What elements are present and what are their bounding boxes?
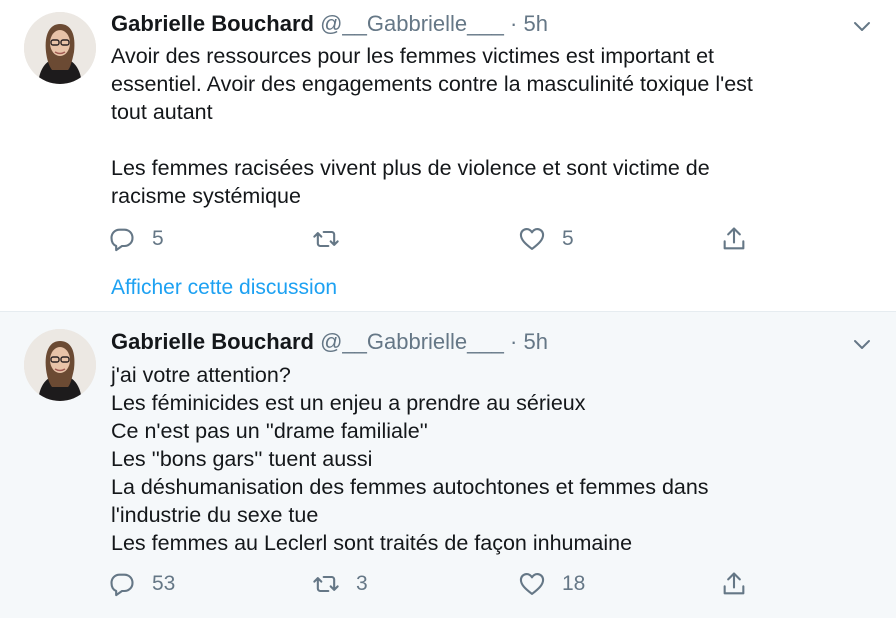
reply-count: 53: [152, 572, 176, 595]
text-line: Avoir des ressources pour les femmes vic…: [111, 44, 715, 68]
author-handle[interactable]: @__Gabbrielle___: [320, 11, 504, 36]
avatar-photo: [24, 329, 96, 401]
retweet-button[interactable]: 3: [312, 569, 368, 599]
tweet[interactable]: Gabrielle Bouchard @__Gabbrielle___ · 5h…: [0, 312, 896, 618]
avatar-photo: [24, 12, 96, 84]
tweet[interactable]: Gabrielle Bouchard @__Gabbrielle___ · 5h…: [0, 0, 896, 312]
avatar[interactable]: [24, 329, 96, 401]
text-line: Les ''bons gars'' tuent aussi: [111, 447, 373, 471]
heart-icon: [519, 573, 545, 595]
retweet-icon: [313, 230, 339, 248]
retweet-icon: [313, 575, 339, 593]
text-line: racisme systémique: [111, 184, 301, 208]
text-line: essentiel. Avoir des engagements contre …: [111, 72, 753, 96]
share-icon: [723, 227, 745, 250]
text-line: Les femmes racisées vivent plus de viole…: [111, 156, 710, 180]
like-button[interactable]: 18: [518, 569, 585, 599]
like-button[interactable]: 5: [518, 224, 574, 254]
text-line: [111, 126, 871, 154]
text-line: Ce n'est pas un ''drame familiale'': [111, 419, 428, 443]
author-name[interactable]: Gabrielle Bouchard: [111, 329, 314, 354]
tweet-actions: 53 3 18: [108, 569, 768, 599]
author-handle[interactable]: @__Gabbrielle___: [320, 329, 504, 354]
like-count: 5: [562, 227, 574, 250]
text-line: j'ai votre attention?: [111, 363, 291, 387]
tweet-actions: 5 5: [108, 224, 768, 254]
reply-icon: [110, 573, 134, 597]
heart-icon: [519, 228, 545, 250]
chevron-down-icon[interactable]: [852, 16, 872, 36]
author-name[interactable]: Gabrielle Bouchard: [111, 11, 314, 36]
show-thread-link[interactable]: Afficher cette discussion: [111, 276, 337, 300]
timestamp[interactable]: 5h: [523, 329, 547, 354]
chevron-down-icon[interactable]: [852, 334, 872, 354]
avatar[interactable]: [24, 12, 96, 84]
timestamp[interactable]: 5h: [523, 11, 547, 36]
text-line: tout autant: [111, 100, 213, 124]
text-line: l'industrie du sexe tue: [111, 503, 319, 527]
share-button[interactable]: [720, 569, 748, 599]
reply-button[interactable]: 5: [108, 224, 164, 254]
reply-button[interactable]: 53: [108, 569, 175, 599]
share-button[interactable]: [720, 224, 748, 254]
text-line: La déshumanisation des femmes autochtone…: [111, 475, 709, 499]
tweet-text: j'ai votre attention? Les féminicides es…: [111, 361, 871, 557]
tweet-text: Avoir des ressources pour les femmes vic…: [111, 42, 871, 210]
retweet-count: 3: [356, 572, 368, 595]
reply-icon: [110, 228, 134, 252]
tweet-header: Gabrielle Bouchard @__Gabbrielle___ · 5h: [111, 329, 548, 355]
text-line: Les femmes au Leclerl sont traités de fa…: [111, 531, 633, 555]
share-icon: [723, 572, 745, 595]
text-line: Les féminicides est un enjeu a prendre a…: [111, 391, 586, 415]
separator-dot: ·: [510, 11, 518, 36]
like-count: 18: [562, 572, 586, 595]
reply-count: 5: [152, 227, 164, 250]
tweet-header: Gabrielle Bouchard @__Gabbrielle___ · 5h: [111, 11, 548, 37]
separator-dot: ·: [510, 329, 518, 354]
retweet-button[interactable]: [312, 224, 356, 254]
